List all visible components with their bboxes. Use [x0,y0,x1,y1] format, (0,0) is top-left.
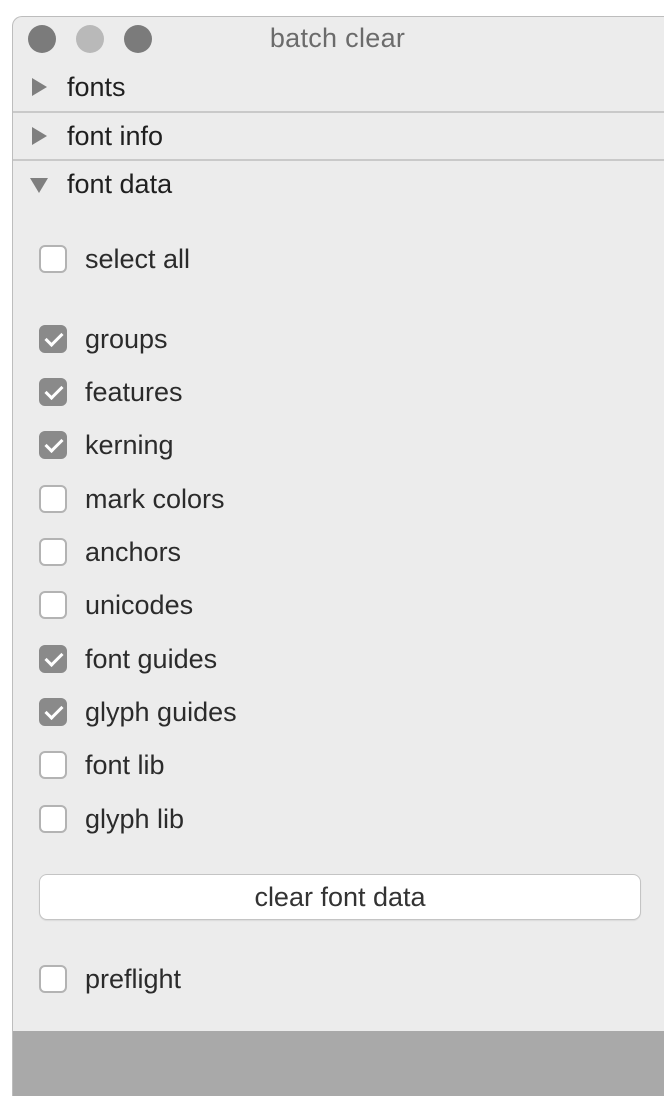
checkbox-box[interactable] [39,431,67,459]
checkbox-box[interactable] [39,698,67,726]
section-fonts-label: fonts [67,71,126,102]
checkbox-box[interactable] [39,751,67,779]
anchors-checkbox[interactable]: anchors [39,532,181,572]
checkbox-label: groups [85,323,168,354]
groups-checkbox[interactable]: groups [39,319,168,359]
font-guides-checkbox[interactable]: font guides [39,639,217,679]
glyph-lib-checkbox[interactable]: glyph lib [39,799,184,839]
disclosure-collapsed-icon[interactable] [29,76,51,98]
checkbox-box[interactable] [39,805,67,833]
features-checkbox[interactable]: features [39,372,183,412]
section-font-data[interactable]: font data [13,159,664,207]
section-font-data-label: font data [67,168,173,199]
status-bar [13,1031,664,1096]
batch-clear-window: batch clear fonts font info font data se… [12,16,664,1096]
section-fonts[interactable]: fonts [13,63,664,111]
checkbox-label: glyph guides [85,696,237,727]
window-title: batch clear [269,23,406,53]
checkbox-box[interactable] [39,325,67,353]
checkbox-label: unicodes [85,589,194,620]
checkbox-box[interactable] [39,485,67,513]
section-font-info-label: font info [67,120,164,151]
checkbox-label: glyph lib [85,803,185,834]
mark-colors-checkbox[interactable]: mark colors [39,479,225,519]
glyph-guides-checkbox[interactable]: glyph guides [39,692,237,732]
checkbox-box[interactable] [39,378,67,406]
checkbox-label: anchors [85,536,182,567]
checkbox-box[interactable] [39,245,67,273]
preflight-checkbox[interactable]: preflight [39,959,181,999]
checkbox-box[interactable] [39,645,67,673]
unicodes-checkbox[interactable]: unicodes [39,585,193,625]
disclosure-collapsed-icon[interactable] [29,125,51,147]
checkbox-label: preflight [85,963,182,994]
section-font-info[interactable]: font info [13,111,664,159]
checkbox-label: kerning [85,429,174,460]
checkbox-label: font guides [85,643,218,674]
checkbox-label: mark colors [85,483,225,514]
checkbox-label: features [85,376,183,407]
kerning-checkbox[interactable]: kerning [39,425,174,465]
disclosure-expanded-icon[interactable] [29,173,51,195]
clear-font-data-button[interactable]: clear font data [39,874,641,920]
select-all-checkbox[interactable]: select all [39,239,190,279]
title-bar: batch clear [13,17,664,63]
checkbox-box[interactable] [39,591,67,619]
checkbox-box[interactable] [39,538,67,566]
checkbox-label: select all [85,243,191,274]
checkbox-label: font lib [85,749,165,780]
font-lib-checkbox[interactable]: font lib [39,745,165,785]
checkbox-box[interactable] [39,965,67,993]
